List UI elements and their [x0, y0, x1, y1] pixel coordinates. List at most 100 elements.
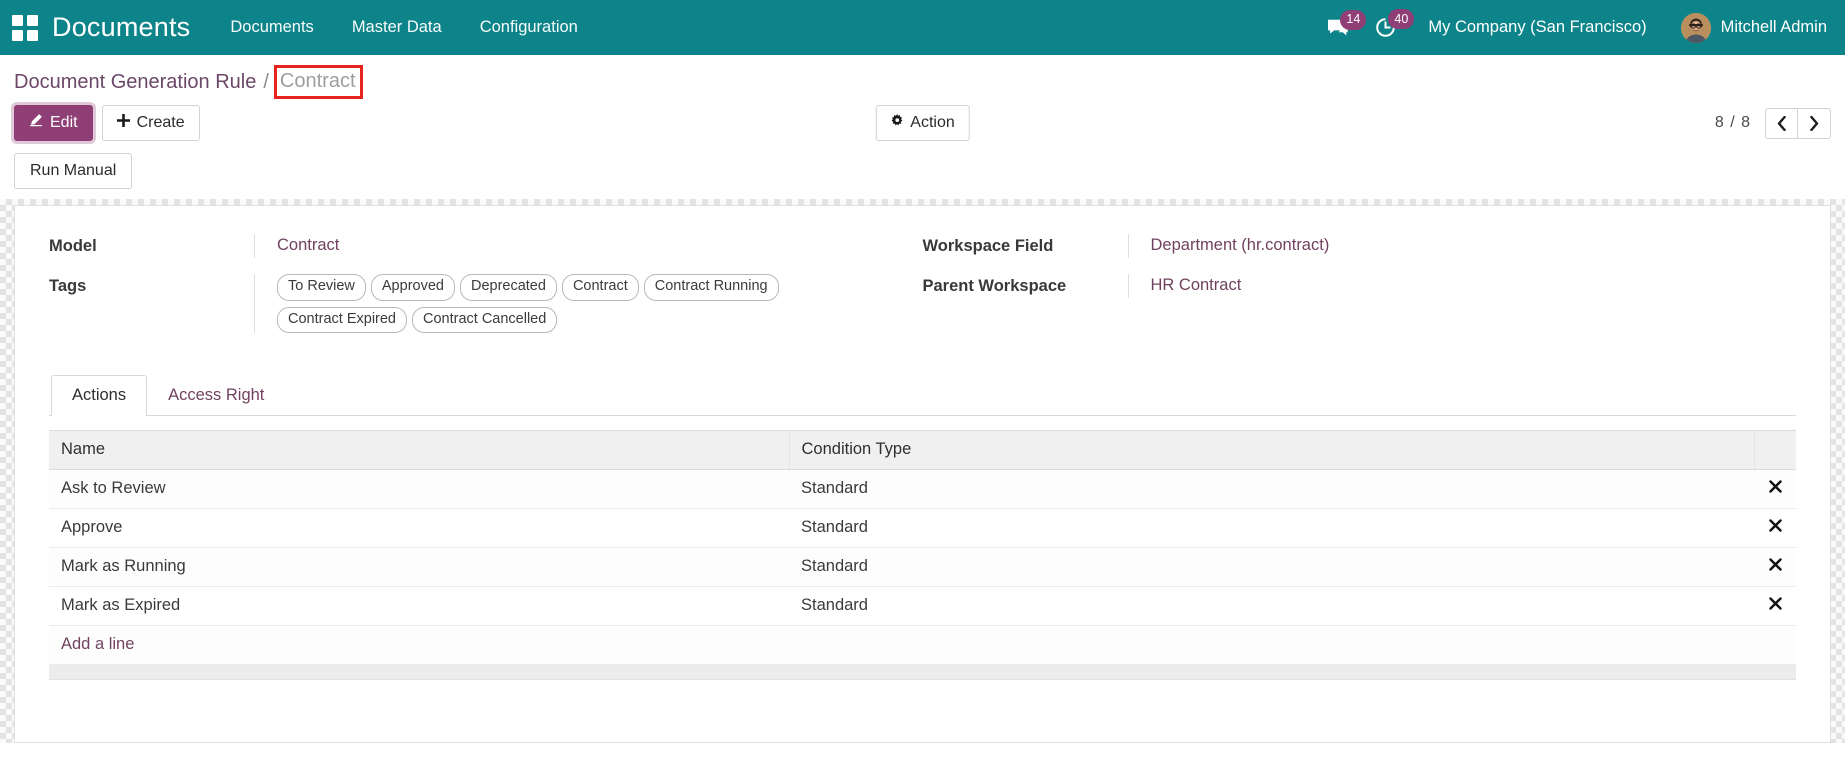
action-button[interactable]: Action [875, 104, 970, 142]
table-body: Ask to Review Standard Approve Standard [49, 469, 1796, 666]
form-sheet: Model Contract Tags To Review Approved D… [14, 205, 1831, 744]
edit-button[interactable]: Edit [14, 104, 93, 142]
tag-item[interactable]: Approved [370, 274, 455, 301]
menu-item-master-data[interactable]: Master Data [352, 18, 442, 37]
control-panel: Edit Create Action 8 / 8 [0, 101, 1845, 145]
field-row-model: Model Contract [49, 234, 893, 259]
user-name-label: Mitchell Admin [1720, 18, 1827, 36]
add-line-row[interactable]: Add a line [49, 625, 1796, 666]
company-switcher[interactable]: My Company (San Francisco) [1428, 18, 1646, 37]
field-label-parent-workspace: Parent Workspace [922, 277, 1067, 296]
main-menu: Documents Master Data Configuration [230, 18, 577, 37]
tag-item[interactable]: Deprecated [459, 274, 557, 301]
field-row-parent-workspace: Parent Workspace HR Contract [922, 274, 1767, 299]
messages-badge: 14 [1340, 9, 1367, 30]
add-a-line-link[interactable]: Add a line [61, 635, 134, 654]
action-button-label: Action [910, 113, 955, 131]
delete-row-button[interactable] [1754, 508, 1796, 549]
tag-item[interactable]: Contract Expired [277, 306, 407, 334]
actions-table: Name Condition Type Ask to Review Standa… [49, 430, 1796, 666]
table-head: Name Condition Type [49, 430, 1796, 471]
top-navbar: Documents Documents Master Data Configur… [0, 0, 1845, 55]
add-line-cell: Add a line [49, 625, 1796, 666]
tab-access-right[interactable]: Access Right [147, 375, 285, 416]
column-header-actions [1754, 430, 1796, 471]
app-brand-name[interactable]: Documents [52, 12, 190, 43]
tag-item[interactable]: To Review [277, 274, 366, 301]
statusbar: Run Manual [0, 145, 1845, 200]
menu-item-configuration[interactable]: Configuration [480, 18, 578, 37]
notebook: Actions Access Right Name Condition Type… [49, 375, 1796, 681]
table-footer-bar [49, 665, 1796, 681]
tab-actions[interactable]: Actions [51, 375, 148, 417]
plus-icon [116, 113, 130, 132]
tag-item[interactable]: Contract Running [643, 274, 779, 301]
avatar [1680, 12, 1711, 43]
breadcrumb-root-link[interactable]: Document Generation Rule [14, 71, 256, 94]
delete-row-button[interactable] [1754, 586, 1796, 627]
action-menu-wrapper: Action [875, 104, 970, 142]
delete-row-button[interactable] [1754, 547, 1796, 588]
apps-grid-cell [12, 14, 23, 26]
menu-item-documents[interactable]: Documents [230, 18, 313, 37]
record-action-buttons: Edit Create [14, 104, 200, 142]
pager-previous-button[interactable] [1765, 107, 1798, 139]
cell-condition-type[interactable]: Standard [789, 508, 1754, 549]
apps-grid-cell [27, 14, 38, 26]
breadcrumb: Document Generation Rule / Contract [0, 55, 1845, 101]
column-header-name[interactable]: Name [49, 430, 790, 471]
navbar-right-section: 14 40 My Company (San Francisco) Mitchel… [1327, 9, 1827, 43]
field-value-parent-workspace: HR Contract [1127, 274, 1767, 299]
cell-condition-type[interactable]: Standard [789, 547, 1754, 588]
run-manual-button[interactable]: Run Manual [14, 153, 133, 190]
field-row-tags: Tags To Review Approved Deprecated Contr… [49, 274, 893, 334]
apps-grid-cell [27, 29, 38, 41]
tag-item[interactable]: Contract Cancelled [412, 306, 558, 334]
apps-grid-cell [12, 29, 23, 41]
parent-workspace-link[interactable]: HR Contract [1151, 276, 1242, 294]
cell-condition-type[interactable]: Standard [789, 586, 1754, 627]
messages-menu[interactable]: 14 [1327, 9, 1367, 38]
tag-item[interactable]: Contract [561, 274, 639, 301]
pencil-icon [29, 113, 43, 132]
pager: 8 / 8 [1714, 107, 1831, 139]
breadcrumb-separator: / [263, 70, 269, 93]
cell-name[interactable]: Mark as Running [49, 547, 789, 588]
pager-next-button[interactable] [1798, 107, 1831, 139]
sheet-background: Model Contract Tags To Review Approved D… [0, 199, 1845, 744]
field-row-workspace-field: Workspace Field Department (hr.contract) [922, 234, 1767, 259]
form-groups: Model Contract Tags To Review Approved D… [49, 234, 1796, 349]
field-label-workspace-field: Workspace Field [922, 237, 1054, 256]
form-column-right: Workspace Field Department (hr.contract)… [923, 234, 1797, 349]
field-value-workspace-field: Department (hr.contract) [1127, 234, 1767, 259]
cell-name[interactable]: Mark as Expired [49, 586, 789, 627]
table-row[interactable]: Ask to Review Standard [49, 469, 1796, 510]
notebook-tabs: Actions Access Right [49, 375, 1796, 417]
breadcrumb-current-wrapper: Contract [273, 65, 363, 99]
cell-name[interactable]: Ask to Review [49, 469, 789, 510]
gear-icon [890, 113, 903, 132]
tags-list: To Review Approved Deprecated Contract C… [277, 274, 893, 334]
table-row[interactable]: Mark as Expired Standard [49, 586, 1796, 627]
column-header-condition-type[interactable]: Condition Type [789, 430, 1755, 471]
field-label-tags: Tags [49, 277, 87, 296]
apps-grid-icon[interactable] [12, 14, 38, 41]
create-button[interactable]: Create [101, 104, 200, 142]
cell-condition-type[interactable]: Standard [789, 469, 1754, 510]
activities-badge: 40 [1388, 9, 1415, 29]
pager-counter: 8 / 8 [1714, 114, 1751, 131]
create-button-label: Create [136, 113, 185, 131]
user-menu[interactable]: Mitchell Admin [1680, 12, 1827, 43]
table-row[interactable]: Approve Standard [49, 508, 1796, 549]
delete-row-button[interactable] [1754, 469, 1796, 510]
edit-button-label: Edit [50, 113, 78, 131]
activities-menu[interactable]: 40 [1375, 9, 1415, 38]
workspace-field-link[interactable]: Department (hr.contract) [1151, 236, 1330, 254]
field-label-model: Model [49, 237, 97, 256]
breadcrumb-current-record[interactable]: Contract [276, 69, 360, 95]
pager-buttons [1765, 107, 1831, 139]
cell-name[interactable]: Approve [49, 508, 789, 549]
field-value-tags: To Review Approved Deprecated Contract C… [254, 274, 893, 334]
table-row[interactable]: Mark as Running Standard [49, 547, 1796, 588]
model-link[interactable]: Contract [277, 236, 339, 254]
